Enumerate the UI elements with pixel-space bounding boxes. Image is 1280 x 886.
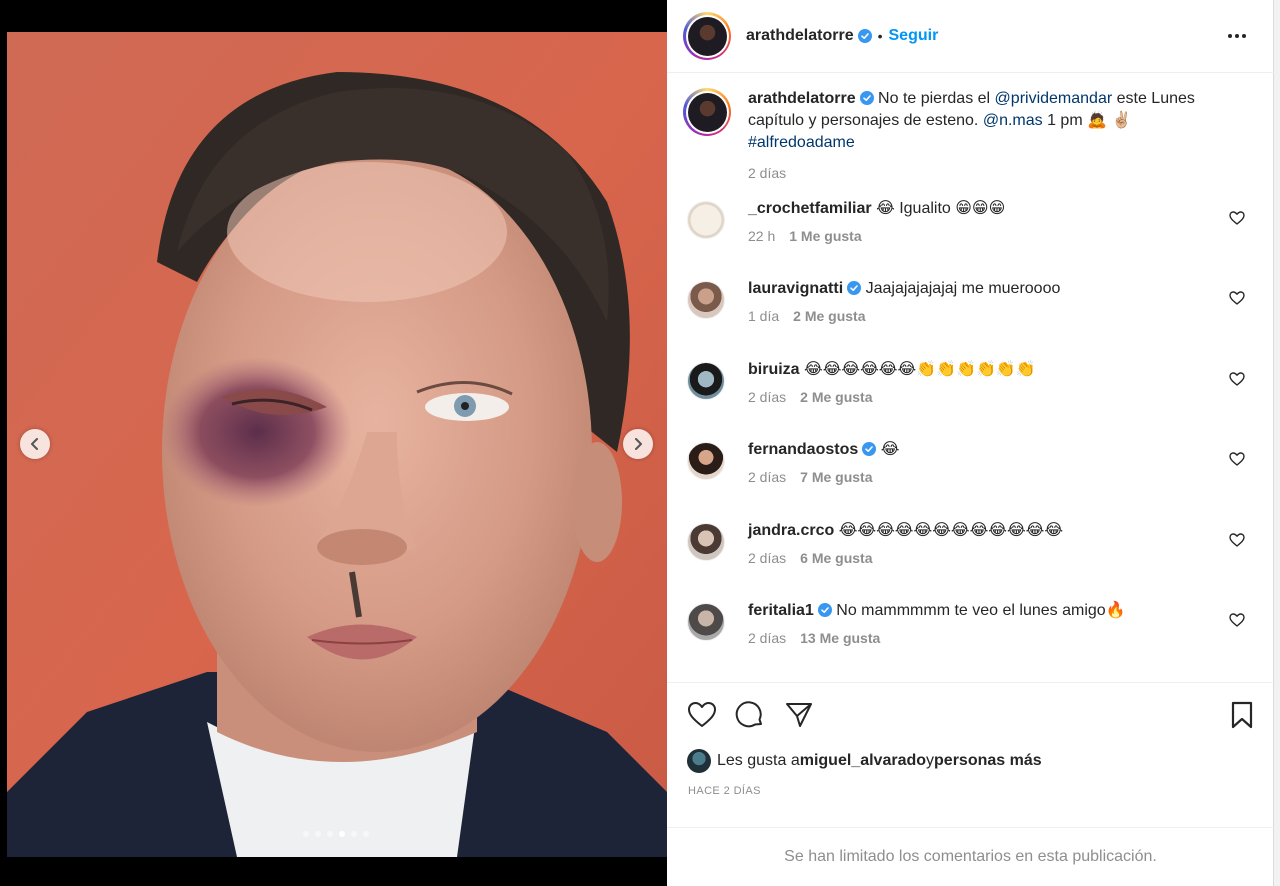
caption-time[interactable]: 2 días (748, 162, 1228, 184)
comment-row: biruiza 😂😂😂😂😂😂👏👏👏👏👏👏 2 días 2 Me gusta (687, 359, 1257, 419)
comment-likes[interactable]: 2 Me gusta (800, 389, 872, 405)
commenter-avatar[interactable] (687, 362, 725, 400)
post-header: arathdelatorre • Seguir (667, 0, 1274, 73)
heart-icon[interactable] (1229, 451, 1245, 467)
post-actions: Les gusta a miguel_alvarado y personas m… (667, 682, 1274, 828)
carousel-dot (363, 831, 369, 837)
post-media (7, 0, 667, 886)
heart-icon[interactable] (1229, 532, 1245, 548)
post-side-panel: arathdelatorre • Seguir arathdelatorre N… (667, 0, 1274, 886)
comment-likes[interactable]: 7 Me gusta (800, 469, 872, 485)
author-username[interactable]: arathdelatorre (746, 27, 854, 45)
comment-row: _crochetfamiliar 😂 Igualito 😁😁😁 22 h 1 Me … (687, 198, 1257, 258)
follow-button[interactable]: Seguir (889, 27, 939, 45)
likes-others-link[interactable]: personas más (934, 752, 1042, 770)
carousel-dot (303, 831, 309, 837)
comment-likes[interactable]: 2 Me gusta (793, 308, 865, 324)
caption-username[interactable]: arathdelatorre (748, 90, 856, 107)
heart-icon[interactable] (1229, 210, 1245, 226)
separator-dot: • (877, 28, 883, 44)
commenter-avatar[interactable] (687, 603, 725, 641)
liker-avatar[interactable] (687, 749, 711, 773)
comments-limited-notice: Se han limitado los comentarios en esta … (667, 827, 1274, 886)
heart-icon[interactable] (687, 700, 717, 730)
heart-icon[interactable] (1229, 290, 1245, 306)
comment-text: 😂 Igualito 😁😁😁 (876, 200, 1006, 217)
comment-time[interactable]: 2 días (748, 550, 786, 566)
comment-row: feritalia1 No mammmmm te veo el lunes am… (687, 600, 1257, 660)
verified-badge-icon (862, 442, 877, 456)
mention-link[interactable]: @n.mas (983, 112, 1043, 129)
chevron-right-icon (635, 438, 642, 450)
carousel-indicator (303, 831, 369, 837)
commenter-username[interactable]: _crochetfamiliar (748, 200, 872, 217)
comment-icon[interactable] (735, 700, 765, 730)
share-icon[interactable] (784, 700, 814, 730)
carousel-dot (339, 831, 345, 837)
heart-icon[interactable] (1229, 371, 1245, 387)
commenter-avatar[interactable] (687, 523, 725, 561)
commenter-username[interactable]: jandra.crco (748, 522, 834, 539)
comment-time[interactable]: 2 días (748, 630, 786, 646)
comment-time[interactable]: 2 días (748, 389, 786, 405)
carousel-dot (315, 831, 321, 837)
more-options-icon[interactable] (1228, 27, 1250, 45)
comment-time[interactable]: 2 días (748, 469, 786, 485)
likes-summary: Les gusta a miguel_alvarado y personas m… (687, 749, 1042, 773)
comment-likes[interactable]: 6 Me gusta (800, 550, 872, 566)
comment-text: No mammmmm te veo el lunes amigo🔥 (836, 602, 1126, 619)
carousel-dot (327, 831, 333, 837)
commenter-avatar[interactable] (687, 442, 725, 480)
caption-text: No te pierdas el (873, 90, 995, 107)
comment-time[interactable]: 22 h (748, 228, 775, 244)
chevron-left-icon (31, 438, 38, 450)
post-caption: arathdelatorre No te pierdas el @privid​… (683, 88, 1243, 184)
liker-username[interactable]: miguel_alvarado (800, 752, 926, 770)
verified-badge-icon (847, 281, 862, 295)
comment-text: 😂 (880, 441, 900, 458)
caption-body: arathdelatorre No te pierdas el @privid​… (748, 88, 1228, 184)
comment-row: jandra.crco 😂😂😂😂😂😂😂😂😂😂😂😂 2 días 6 Me gusta (687, 520, 1257, 580)
post-timestamp[interactable]: HACE 2 DÍAS (688, 785, 761, 797)
comment-text: 😂😂😂😂😂😂😂😂😂😂😂😂 (838, 522, 1064, 539)
comment-likes[interactable]: 1 Me gusta (789, 228, 861, 244)
commenter-username[interactable]: feritalia1 (748, 602, 814, 619)
mention-link[interactable]: @privid​emandar (995, 90, 1113, 107)
comment-row: fernandaostos 😂 2 días 7 Me gusta (687, 439, 1257, 499)
commenter-avatar[interactable] (687, 201, 725, 239)
caption-text: 1 pm 🙇 ✌🏼 (1042, 112, 1132, 129)
post-photo (7, 32, 667, 857)
hashtag-link[interactable]: #alfredoadame (748, 134, 855, 151)
scrollbar-track[interactable] (1274, 0, 1280, 886)
commenter-username[interactable]: lauravignatti (748, 280, 843, 297)
author-avatar[interactable] (683, 12, 731, 60)
bookmark-icon[interactable] (1227, 700, 1257, 730)
verified-badge-icon (857, 29, 872, 43)
commenter-username[interactable]: fernandaostos (748, 441, 858, 458)
likes-middle: y (926, 752, 935, 769)
heart-icon[interactable] (1229, 612, 1245, 628)
verified-badge-icon (859, 91, 874, 105)
next-image-button[interactable] (623, 429, 653, 459)
carousel-dot (351, 831, 357, 837)
comment-row: lauravignatti Jaajajajajajaj me mueroooo… (687, 278, 1257, 338)
previous-image-button[interactable] (20, 429, 50, 459)
comment-text: 😂😂😂😂😂😂👏👏👏👏👏👏 (804, 361, 1036, 378)
comment-likes[interactable]: 13 Me gusta (800, 630, 880, 646)
commenter-username[interactable]: biruiza (748, 361, 800, 378)
comment-time[interactable]: 1 día (748, 308, 779, 324)
comments-section[interactable]: arathdelatorre No te pierdas el @privid​… (667, 74, 1274, 682)
caption-avatar[interactable] (683, 88, 731, 136)
verified-badge-icon (817, 603, 832, 617)
commenter-avatar[interactable] (687, 281, 725, 319)
likes-prefix: Les gusta a (717, 752, 800, 769)
comment-text: Jaajajajajajaj me mueroooo (865, 280, 1061, 297)
